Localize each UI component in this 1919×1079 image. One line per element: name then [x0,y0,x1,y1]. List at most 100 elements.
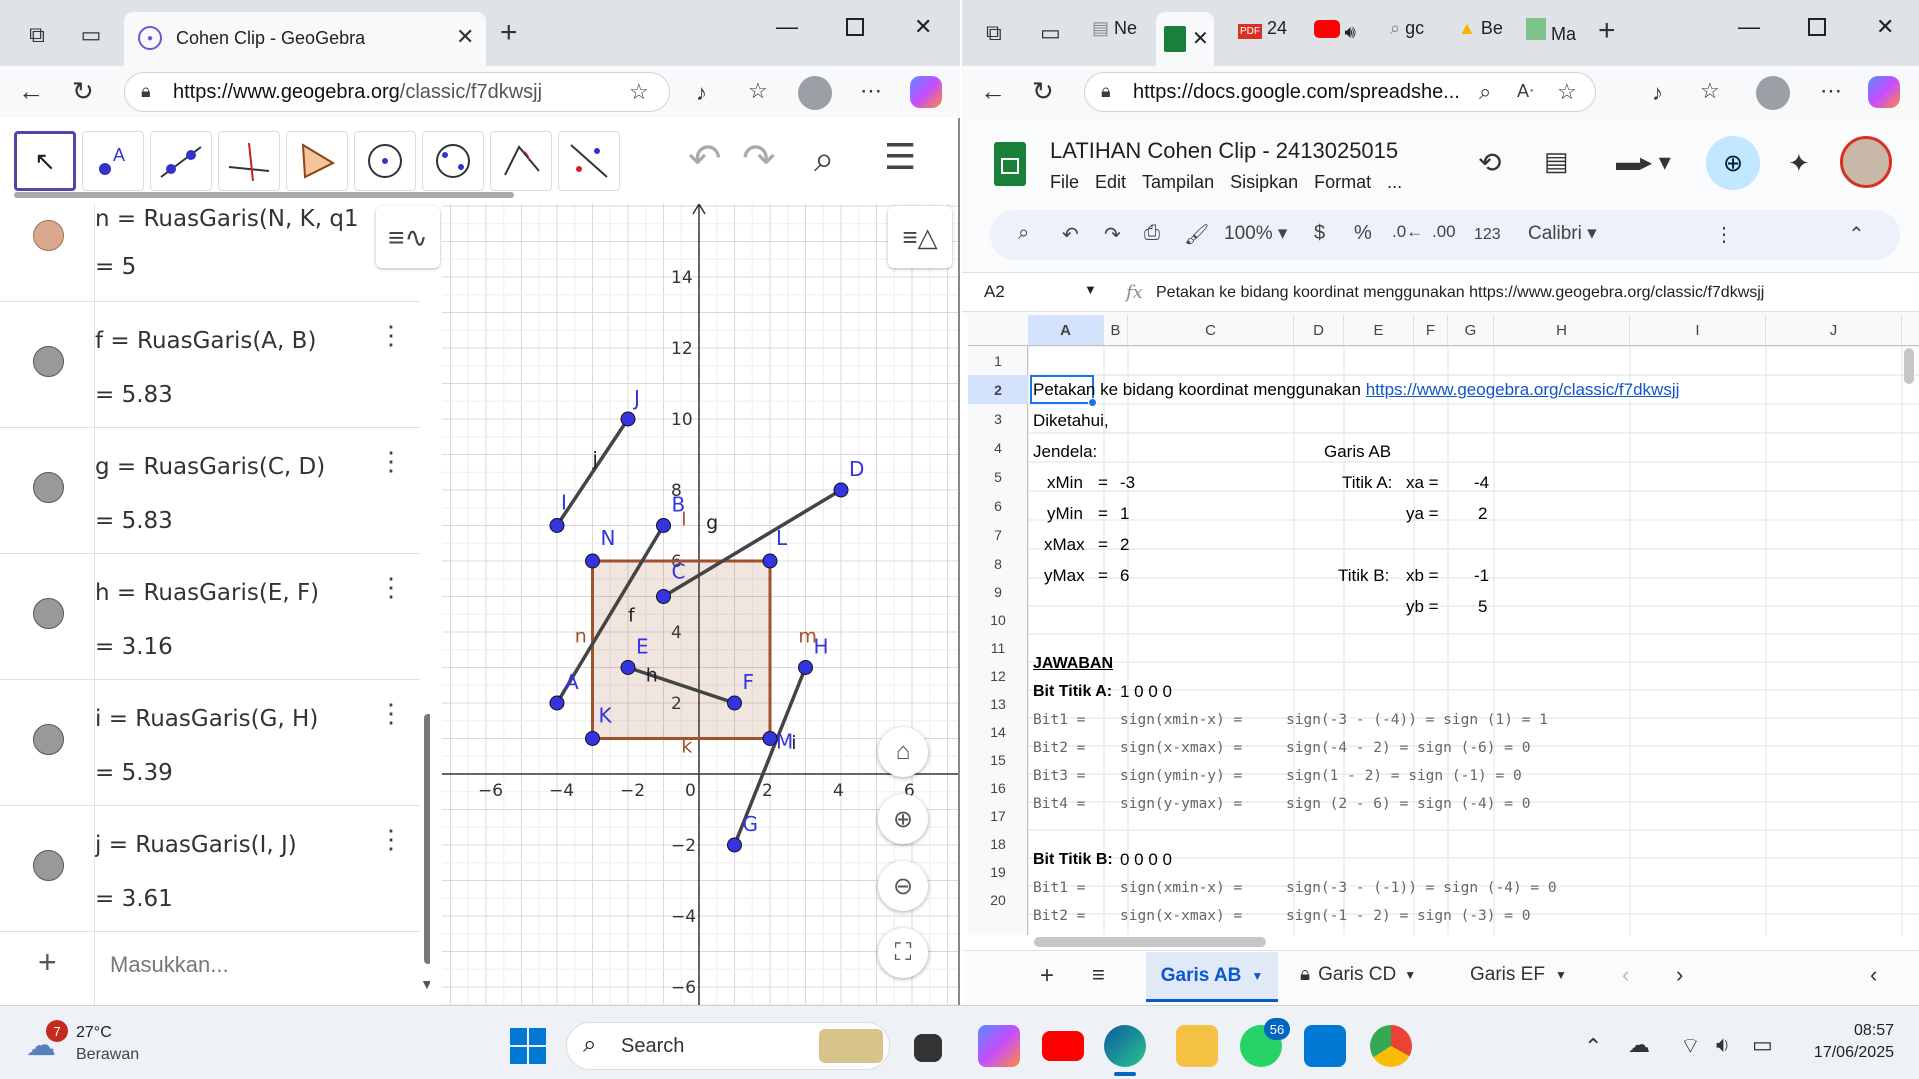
more-options-icon[interactable]: ⋮ [378,574,404,600]
cell-A11[interactable]: JAWABAN [1033,655,1113,673]
cell-C16[interactable]: sign(y-ymax) = [1120,796,1242,812]
cell-B5[interactable]: = [1098,473,1108,493]
cell-C7[interactable]: 2 [1120,535,1129,555]
spreadsheet-grid[interactable] [968,313,1919,935]
profile-avatar[interactable] [1756,76,1790,110]
workspaces-icon[interactable]: ⧉ [986,20,1002,46]
row-header-18[interactable]: 18 [968,830,1028,858]
more-options-icon[interactable]: ⋮ [378,448,404,474]
tab-geogebra[interactable]: ● Cohen Clip - GeoGebra ✕ [124,12,486,66]
cell-B6[interactable]: = [1098,504,1108,524]
task-view-icon[interactable] [914,1034,942,1062]
row-header-12[interactable]: 12 [968,662,1028,690]
cell-F8[interactable]: xb = [1406,566,1439,586]
meet-icon[interactable]: ▬▸ ▾ [1616,148,1671,177]
vertical-scrollbar[interactable] [1904,348,1914,384]
favorite-star-icon[interactable]: ☆ [1557,79,1577,105]
tab-close-icon[interactable]: ✕ [1192,26,1209,51]
add-sheet-icon[interactable]: + [1040,962,1054,990]
graphics-style-bar-icon[interactable]: ≡△ [888,206,952,268]
cell-A13[interactable]: Bit1 = [1033,712,1085,728]
number-format-button[interactable]: 123 [1474,226,1501,244]
cell-C5[interactable]: -3 [1120,473,1135,493]
cell-C6[interactable]: 1 [1120,504,1129,524]
cell-A14[interactable]: Bit2 = [1033,740,1085,756]
all-sheets-icon[interactable]: ≡ [1092,962,1105,988]
edge-app-icon[interactable] [1104,1025,1146,1067]
column-F[interactable]: F [1414,315,1448,345]
cell-A8[interactable]: yMax [1044,566,1085,586]
column-D[interactable]: D [1294,315,1344,345]
collapse-toolbar-icon[interactable]: ⌃ [1848,222,1865,247]
cell-D14[interactable]: sign(-4 - 2) = sign (-6) = 0 [1286,740,1530,756]
tab-actions-icon[interactable]: ▭ [1040,20,1061,46]
paint-format-icon[interactable]: 🖌︎ [1184,222,1209,247]
more-options-icon[interactable]: ⋮ [378,700,404,726]
menu-file[interactable]: File [1050,172,1079,193]
read-aloud-icon[interactable]: Aᐧ [1517,81,1534,102]
version-history-icon[interactable]: ⟲ [1478,146,1501,179]
cell-G8[interactable]: -1 [1474,566,1489,586]
column-I[interactable]: I [1630,315,1766,345]
url-field[interactable]: 🔒︎ https://docs.google.com/spreadshe... … [1084,72,1596,112]
cell-C18[interactable]: 0 0 0 0 [1120,850,1172,870]
horizontal-scrollbar[interactable] [1034,937,1266,947]
move-tool[interactable]: ↖ [14,131,76,191]
cell-F5[interactable]: xa = [1406,473,1439,493]
tab-close-icon[interactable]: ✕ [456,24,474,50]
row-header-16[interactable]: 16 [968,774,1028,802]
sheet-tab-garis-ab[interactable]: Garis AB ▼ [1146,952,1278,1002]
cell-C14[interactable]: sign(x-xmax) = [1120,740,1242,756]
menu-edit[interactable]: Edit [1095,172,1126,193]
currency-icon[interactable]: $ [1314,222,1325,245]
reflect-tool[interactable] [558,131,620,191]
cell-F9[interactable]: yb = [1406,597,1439,617]
cell-E8[interactable]: Titik B: [1338,566,1389,586]
cell-C15[interactable]: sign(ymin-y) = [1120,768,1242,784]
tab-sheets-2[interactable]: Ma [1526,18,1576,45]
zoom-icon[interactable]: ⌕ [1479,79,1491,105]
cell-C20[interactable]: sign(x-xmax) = [1120,908,1242,924]
row-header-11[interactable]: 11 [968,634,1028,662]
tab-pdf[interactable]: PDF 24 [1238,18,1287,39]
cell-C12[interactable]: 1 0 0 0 [1120,682,1172,702]
cell-E4[interactable]: Garis AB [1324,442,1391,462]
workspaces-icon[interactable]: ⧉ [22,20,52,50]
more-tools-icon[interactable]: ⋮ [1714,222,1734,247]
cell-E5[interactable]: Titik A: [1342,473,1392,493]
undo-icon[interactable]: ↶ [1062,222,1079,247]
extensions-icon[interactable]: ♪ [1652,80,1663,106]
algebra-style-bar-icon[interactable]: ≡∿ [376,206,440,268]
row-header-13[interactable]: 13 [968,690,1028,718]
copilot-icon[interactable] [910,76,942,108]
row-header-2[interactable]: 2 [968,375,1028,404]
search-icon[interactable]: ⌕ [814,138,834,181]
algebra-row-i[interactable]: i = RuasGaris(G, H) = 5.39 ⋮ [0,680,420,806]
visibility-toggle[interactable] [33,850,64,881]
polygon-tool[interactable] [286,131,348,191]
visibility-toggle[interactable] [33,472,64,503]
font-select[interactable]: Calibri ▾ [1528,222,1597,245]
algebra-input[interactable]: Masukkan... [110,952,229,978]
cell-C8[interactable]: 6 [1120,566,1129,586]
angle-tool[interactable] [490,131,552,191]
back-icon[interactable]: ← [980,76,1006,107]
cell-A15[interactable]: Bit3 = [1033,768,1085,784]
cell-A18[interactable]: Bit Titik B: [1033,851,1113,869]
youtube-app-icon[interactable] [1042,1031,1084,1061]
share-button[interactable]: ⊕ [1706,136,1760,190]
menu-insert[interactable]: Sisipkan [1230,172,1298,193]
column-J[interactable]: J [1766,315,1902,345]
clock[interactable]: 08:57 17/06/2025 [1784,1022,1894,1062]
favorites-icon[interactable]: ☆ [748,78,768,104]
close-window-icon[interactable]: ✕ [914,14,932,40]
back-icon[interactable]: ← [18,76,44,107]
close-window-icon[interactable]: ✕ [1876,14,1894,40]
explore-collapse-icon[interactable]: ‹ [1870,962,1877,988]
tab-youtube[interactable]: 🔊︎ [1314,20,1356,43]
cell-B7[interactable]: = [1098,535,1108,555]
minimize-icon[interactable]: — [1738,14,1760,40]
file-explorer-icon[interactable] [1176,1025,1218,1067]
search-menus-icon[interactable]: ⌕ [1018,222,1029,245]
cell-C13[interactable]: sign(xmin-x) = [1120,712,1242,728]
